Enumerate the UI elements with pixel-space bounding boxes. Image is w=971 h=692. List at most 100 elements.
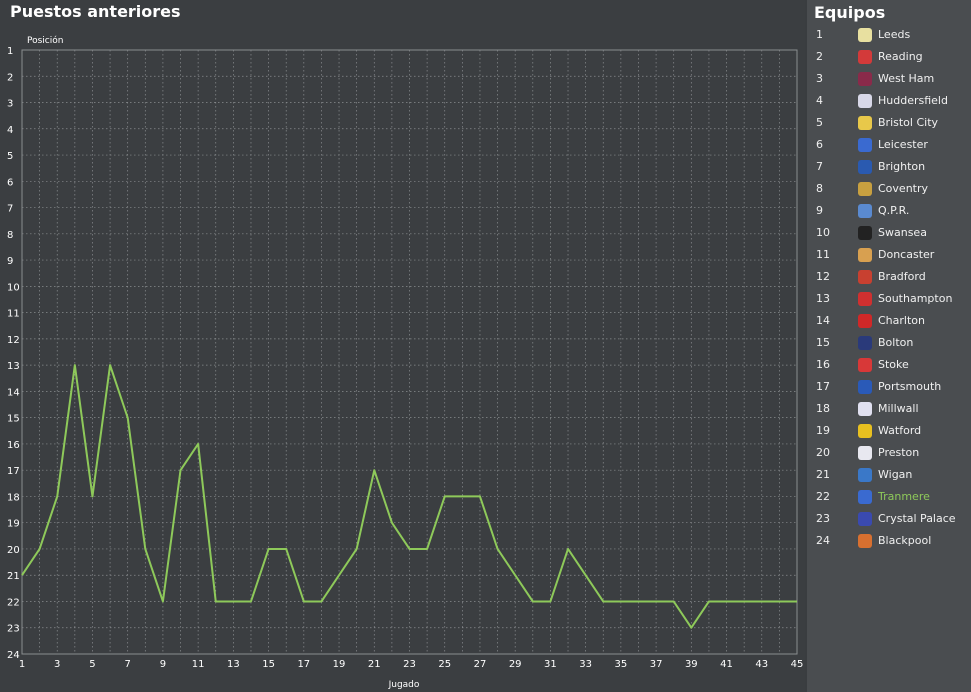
x-tick-label: 37 xyxy=(650,659,663,670)
data-point xyxy=(637,600,639,602)
team-row[interactable]: 22 Tranmere xyxy=(807,486,971,508)
y-tick-label: 15 xyxy=(7,414,20,425)
team-row[interactable]: 19 Watford xyxy=(807,420,971,442)
team-name[interactable]: Bradford xyxy=(878,270,926,283)
team-position: 10 xyxy=(816,226,830,239)
team-name[interactable]: Bristol City xyxy=(878,116,938,129)
team-row[interactable]: 9 Q.P.R. xyxy=(807,200,971,222)
team-badge-icon xyxy=(858,160,872,174)
data-point xyxy=(549,600,551,602)
team-name[interactable]: West Ham xyxy=(878,72,934,85)
x-tick-label: 5 xyxy=(89,659,95,670)
team-row[interactable]: 3 West Ham xyxy=(807,68,971,90)
data-point xyxy=(461,495,463,497)
team-name[interactable]: Leicester xyxy=(878,138,928,151)
team-row[interactable]: 23 Crystal Palace xyxy=(807,508,971,530)
data-point xyxy=(56,495,58,497)
team-name[interactable]: Crystal Palace xyxy=(878,512,956,525)
team-name[interactable]: Portsmouth xyxy=(878,380,941,393)
data-point xyxy=(179,469,181,471)
team-name[interactable]: Huddersfield xyxy=(878,94,948,107)
team-row[interactable]: 8 Coventry xyxy=(807,178,971,200)
team-position: 13 xyxy=(816,292,830,305)
team-row[interactable]: 18 Millwall xyxy=(807,398,971,420)
data-point xyxy=(479,495,481,497)
y-tick-label: 19 xyxy=(7,519,20,530)
team-badge-icon xyxy=(858,94,872,108)
y-tick-label: 22 xyxy=(7,597,20,608)
team-name[interactable]: Southampton xyxy=(878,292,952,305)
x-tick-label: 9 xyxy=(160,659,166,670)
team-name[interactable]: Coventry xyxy=(878,182,928,195)
team-name[interactable]: Wigan xyxy=(878,468,912,481)
y-tick-label: 17 xyxy=(7,466,20,477)
x-tick-label: 15 xyxy=(262,659,275,670)
team-row[interactable]: 20 Preston xyxy=(807,442,971,464)
y-tick-label: 3 xyxy=(7,99,13,110)
team-row[interactable]: 14 Charlton xyxy=(807,310,971,332)
y-tick-label: 9 xyxy=(7,256,13,267)
team-position: 24 xyxy=(816,534,830,547)
team-row[interactable]: 16 Stoke xyxy=(807,354,971,376)
team-name[interactable]: Watford xyxy=(878,424,921,437)
data-point xyxy=(250,600,252,602)
team-row[interactable]: 12 Bradford xyxy=(807,266,971,288)
data-point xyxy=(338,574,340,576)
team-name[interactable]: Charlton xyxy=(878,314,925,327)
data-point xyxy=(91,495,93,497)
x-tick-label: 31 xyxy=(544,659,557,670)
data-point xyxy=(126,416,128,418)
team-name[interactable]: Reading xyxy=(878,50,923,63)
team-row[interactable]: 10 Swansea xyxy=(807,222,971,244)
team-row[interactable]: 7 Brighton xyxy=(807,156,971,178)
data-point xyxy=(21,574,23,576)
team-name[interactable]: Stoke xyxy=(878,358,909,371)
team-row[interactable]: 4 Huddersfield xyxy=(807,90,971,112)
team-row[interactable]: 24 Blackpool xyxy=(807,530,971,552)
team-name[interactable]: Q.P.R. xyxy=(878,204,909,217)
team-name[interactable]: Bolton xyxy=(878,336,913,349)
team-badge-icon xyxy=(858,72,872,86)
team-name[interactable]: Blackpool xyxy=(878,534,931,547)
team-name[interactable]: Doncaster xyxy=(878,248,934,261)
data-point xyxy=(602,600,604,602)
team-name[interactable]: Swansea xyxy=(878,226,927,239)
team-row[interactable]: 5 Bristol City xyxy=(807,112,971,134)
x-tick-label: 17 xyxy=(297,659,310,670)
team-row[interactable]: 1 Leeds xyxy=(807,24,971,46)
team-position: 9 xyxy=(816,204,823,217)
data-point xyxy=(373,469,375,471)
team-badge-icon xyxy=(858,116,872,130)
team-position: 7 xyxy=(816,160,823,173)
team-position: 22 xyxy=(816,490,830,503)
team-row[interactable]: 2 Reading xyxy=(807,46,971,68)
data-point xyxy=(74,364,76,366)
x-axis-label: Jugado xyxy=(388,680,420,690)
team-row[interactable]: 11 Doncaster xyxy=(807,244,971,266)
team-row[interactable]: 17 Portsmouth xyxy=(807,376,971,398)
x-tick-label: 25 xyxy=(438,659,451,670)
team-row[interactable]: 13 Southampton xyxy=(807,288,971,310)
team-badge-icon xyxy=(858,534,872,548)
team-name[interactable]: Brighton xyxy=(878,160,925,173)
x-tick-label: 33 xyxy=(579,659,592,670)
data-point xyxy=(109,364,111,366)
data-point xyxy=(796,600,798,602)
data-point xyxy=(355,548,357,550)
x-tick-label: 21 xyxy=(368,659,381,670)
x-tick-label: 13 xyxy=(227,659,240,670)
x-tick-label: 3 xyxy=(54,659,60,670)
team-name[interactable]: Tranmere xyxy=(878,490,930,503)
team-name[interactable]: Preston xyxy=(878,446,919,459)
data-point xyxy=(532,600,534,602)
team-badge-icon xyxy=(858,314,872,328)
team-row[interactable]: 6 Leicester xyxy=(807,134,971,156)
data-point xyxy=(708,600,710,602)
team-name[interactable]: Leeds xyxy=(878,28,910,41)
team-row[interactable]: 15 Bolton xyxy=(807,332,971,354)
team-position: 12 xyxy=(816,270,830,283)
team-row[interactable]: 21 Wigan xyxy=(807,464,971,486)
team-badge-icon xyxy=(858,50,872,64)
x-tick-label: 41 xyxy=(720,659,733,670)
team-name[interactable]: Millwall xyxy=(878,402,919,415)
